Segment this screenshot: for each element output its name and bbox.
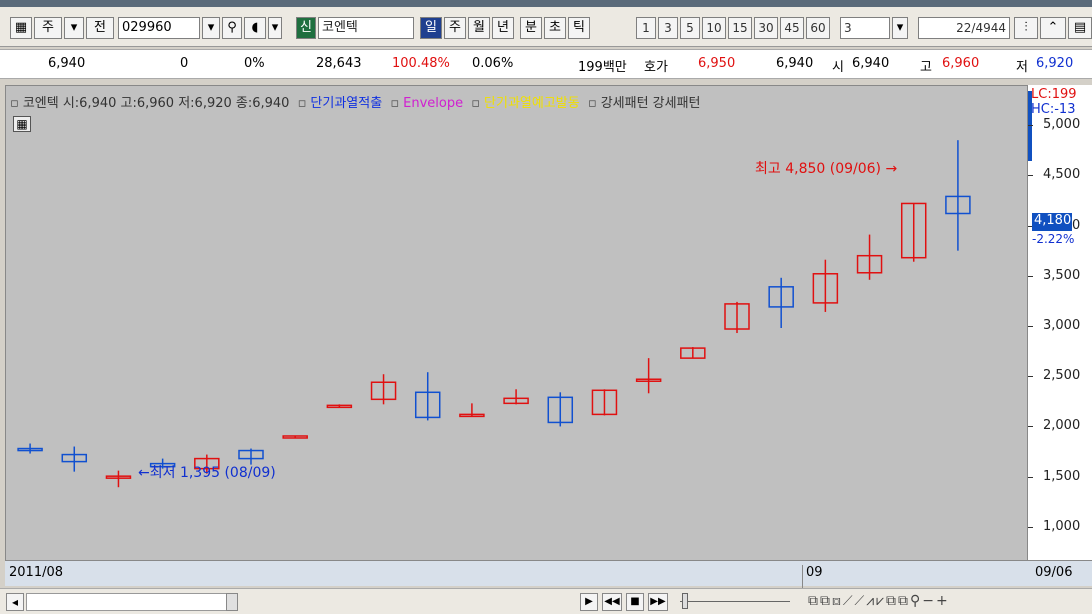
candlestick-chart — [17, 140, 971, 488]
arrow-right-icon: → — [885, 161, 898, 177]
drawing-tools[interactable]: ⧉⧉⧈⟋⟋⩘⩗⧉⧉⚲−+ — [808, 593, 950, 609]
scrollbar-area[interactable]: ◂ ▶ ◀◀ ■ ▶▶ ⧉⧉⧈⟋⟋⩘⩗⧉⧉⚲−+ — [0, 588, 1092, 614]
y-tick-label: 4,500 — [1043, 167, 1081, 183]
scroll-track[interactable] — [26, 593, 236, 611]
lc-label: LC:199 — [1031, 87, 1077, 102]
y-tick-label: 1,500 — [1043, 468, 1081, 484]
high-annotation-text: 최고 4,850 (09/06) — [755, 161, 882, 177]
y-tick-label: 2,500 — [1043, 368, 1081, 384]
y-tick-mark — [1028, 426, 1033, 428]
y-tick-mark — [1028, 376, 1033, 378]
y-tick-label: 5,000 — [1043, 117, 1081, 133]
low-annotation: ←최저 1,395 (08/09) — [138, 462, 276, 482]
y-tick-mark — [1028, 326, 1033, 327]
rewind-icon[interactable]: ◀◀ — [602, 593, 622, 611]
fast-forward-icon[interactable]: ▶▶ — [648, 593, 668, 611]
y-tick-mark — [1028, 175, 1033, 177]
low-annotation-text: 최저 1,395 (08/09) — [149, 465, 276, 481]
current-change-percent: -2.22% — [1032, 232, 1075, 246]
play-icon[interactable]: ▶ — [580, 593, 598, 611]
y-tick-label: 2,000 — [1043, 418, 1081, 434]
y-tick-label: 3,500 — [1043, 267, 1081, 283]
y-tick-label: 3,000 — [1043, 318, 1081, 333]
y-tick-label: 1,000 — [1043, 518, 1081, 534]
date-axis: 2011/08 09 09/06 — [5, 560, 1092, 591]
stop-icon[interactable]: ■ — [626, 593, 644, 611]
scroll-thumb[interactable] — [226, 593, 238, 611]
y-tick-mark — [1028, 476, 1033, 478]
hc-label: HC:-13 — [1031, 102, 1076, 117]
y-tick-mark — [1028, 526, 1033, 528]
high-annotation: 최고 4,850 (09/06) → — [755, 158, 897, 178]
end-date: 09/06 — [1035, 565, 1073, 580]
current-price-badge: 4,180 — [1032, 213, 1072, 231]
scroll-left-icon[interactable]: ◂ — [6, 593, 24, 611]
arrow-left-icon: ← — [138, 465, 150, 481]
y-tick-mark — [1028, 275, 1033, 277]
start-date: 2011/08 — [9, 565, 64, 580]
speed-slider-thumb[interactable] — [682, 593, 688, 609]
speed-slider[interactable] — [680, 601, 790, 602]
y-tick-mark — [1028, 125, 1033, 127]
